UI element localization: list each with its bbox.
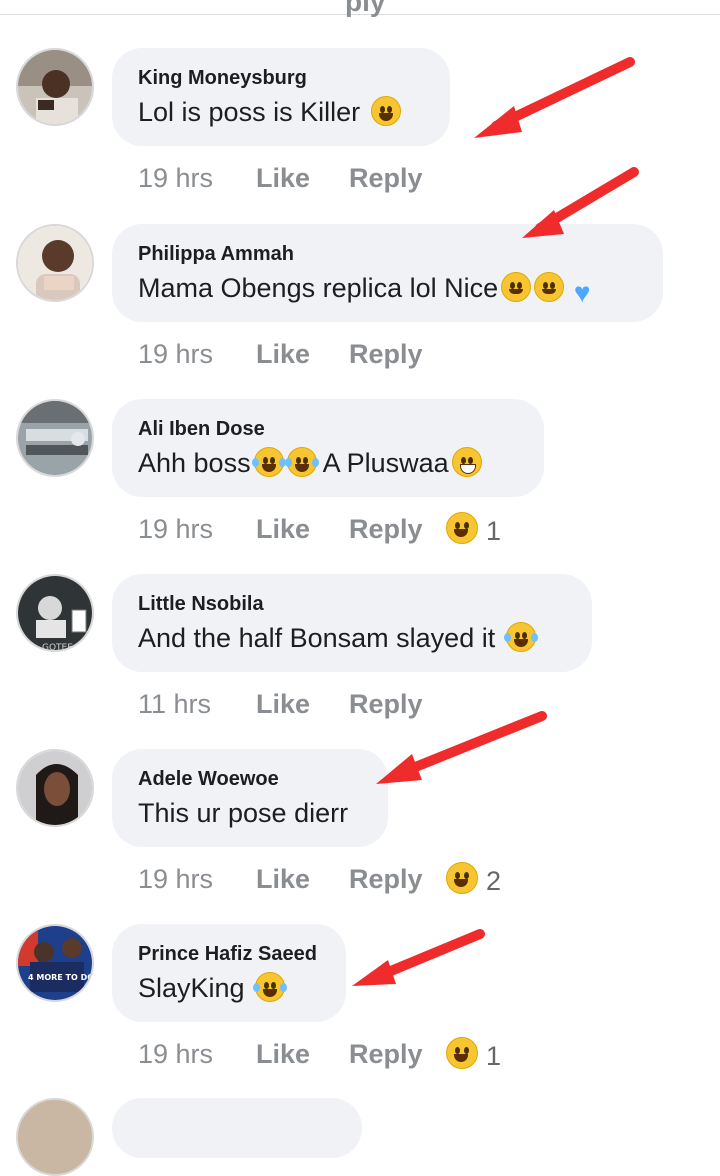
timestamp[interactable]: 19 hrs <box>138 514 213 545</box>
reaction-summary[interactable]: 2 <box>446 862 501 898</box>
like-button[interactable]: Like <box>256 864 310 895</box>
commenter-name[interactable]: King Moneysburg <box>138 66 424 90</box>
comment-bubble[interactable]: Adele Woewoe This ur pose dierr <box>112 749 388 847</box>
blue-heart-emoji-icon: ♥ <box>573 277 591 308</box>
avatar[interactable] <box>16 48 94 126</box>
commenter-name[interactable]: Adele Woewoe <box>138 767 362 791</box>
comment-text: This ur pose dierr <box>138 798 349 828</box>
laughing-tears-emoji-icon <box>284 447 319 477</box>
like-button[interactable]: Like <box>256 514 310 545</box>
reply-button[interactable]: Reply <box>349 1039 423 1070</box>
laughing-tears-emoji-icon <box>253 972 288 1002</box>
comment-text: Ahh boss A Pluswaa <box>138 445 518 481</box>
comment-text: And the half Bonsam slayed it <box>138 620 566 656</box>
commenter-name[interactable]: Ali Iben Dose <box>138 417 518 441</box>
avatar-text: 4 MORE TO DO MORE FOR YOU <box>28 973 94 982</box>
smiling-emoji-icon <box>501 272 532 302</box>
previous-reply-fragment: ply <box>345 0 386 17</box>
like-button[interactable]: Like <box>256 339 310 370</box>
avatar[interactable] <box>16 749 94 827</box>
like-button[interactable]: Like <box>256 163 310 194</box>
comment-text: Mama Obengs replica lol Nice ♥ <box>138 270 637 308</box>
grinning-emoji-icon <box>370 96 401 126</box>
arrow-annotation-icon <box>522 167 639 238</box>
reaction-count: 1 <box>486 516 502 546</box>
grin-emoji-icon <box>451 447 482 477</box>
commenter-name[interactable]: Little Nsobila <box>138 592 566 616</box>
arrow-annotation-icon <box>352 929 485 986</box>
timestamp[interactable]: 19 hrs <box>138 163 213 194</box>
avatar[interactable]: GOTEE <box>16 574 94 652</box>
timestamp[interactable]: 19 hrs <box>138 1039 213 1070</box>
comment-bubble[interactable]: King Moneysburg Lol is poss is Killer <box>112 48 450 146</box>
avatar-text: GOTEE <box>42 643 73 652</box>
comment-item: Ali Iben Dose Ahh boss A Pluswaa 19 hrs … <box>0 399 720 574</box>
avatar[interactable] <box>16 1098 94 1176</box>
timestamp[interactable]: 19 hrs <box>138 864 213 895</box>
like-button[interactable]: Like <box>256 1039 310 1070</box>
comment-bubble[interactable]: Ali Iben Dose Ahh boss A Pluswaa <box>112 399 544 497</box>
like-button[interactable]: Like <box>256 689 310 720</box>
arrow-annotation-icon <box>474 57 635 138</box>
reply-button[interactable]: Reply <box>349 163 423 194</box>
laughing-squint-emoji-icon <box>446 1037 478 1069</box>
reply-button[interactable]: Reply <box>349 339 423 370</box>
comment-bubble[interactable] <box>112 1098 362 1158</box>
reply-button[interactable]: Reply <box>349 864 423 895</box>
laughing-squint-emoji-icon <box>446 512 478 544</box>
timestamp[interactable]: 19 hrs <box>138 339 213 370</box>
comment-text: Lol is poss is Killer <box>138 94 424 130</box>
reply-button[interactable]: Reply <box>349 514 423 545</box>
laughing-tears-emoji-icon <box>251 447 286 477</box>
reaction-summary[interactable]: 1 <box>446 1037 501 1073</box>
arrow-annotation-icon <box>376 711 547 784</box>
laughing-squint-emoji-icon <box>446 862 478 894</box>
comment-bubble[interactable]: Prince Hafiz Saeed SlayKing <box>112 924 346 1022</box>
timestamp[interactable]: 11 hrs <box>138 689 211 720</box>
avatar[interactable]: 4 MORE TO DO MORE FOR YOU <box>16 924 94 1002</box>
avatar[interactable] <box>16 399 94 477</box>
comment-bubble[interactable]: Little Nsobila And the half Bonsam slaye… <box>112 574 592 672</box>
commenter-name[interactable]: Prince Hafiz Saeed <box>138 942 320 966</box>
reaction-count: 1 <box>486 1041 502 1071</box>
reaction-summary[interactable]: 1 <box>446 512 501 548</box>
comment-item: Philippa Ammah Mama Obengs replica lol N… <box>0 224 720 399</box>
hugging-emoji-icon <box>534 272 565 302</box>
avatar[interactable] <box>16 224 94 302</box>
laughing-tears-emoji-icon <box>503 622 538 652</box>
comment-text: SlayKing <box>138 970 320 1006</box>
reaction-count: 2 <box>486 866 502 896</box>
